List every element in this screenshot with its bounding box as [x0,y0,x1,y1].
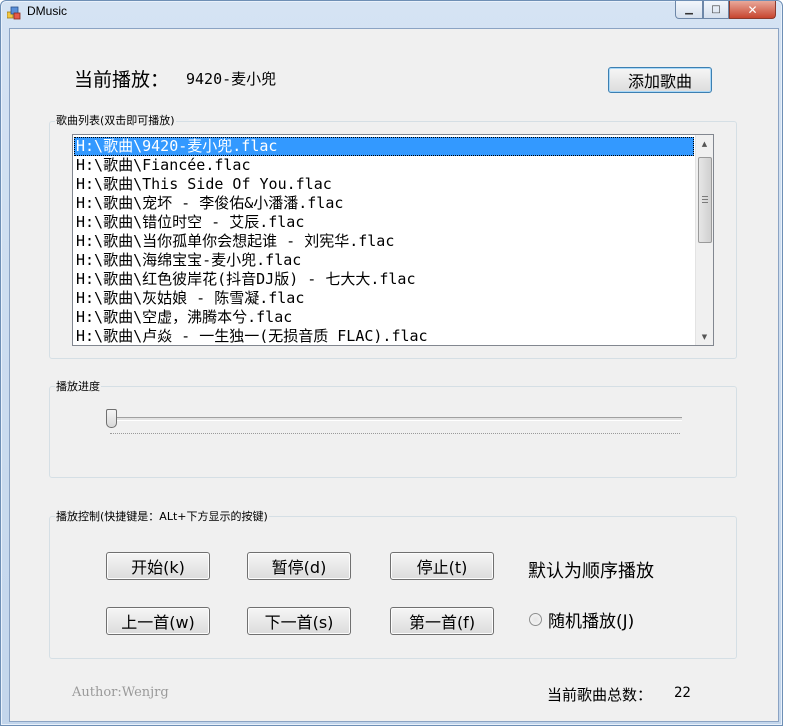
prev-button[interactable]: 上一首(w) [106,607,210,635]
total-songs-value: 22 [674,685,691,701]
total-songs-label: 当前歌曲总数： [547,686,653,704]
playlist-item[interactable]: H:\歌曲\9420-麦小兜.flac [74,137,694,156]
start-button[interactable]: 开始(k) [106,552,210,580]
controls-group-title: 播放控制(快捷键是：ALt+下方显示的按键) [55,508,269,524]
close-button[interactable]: ✕ [729,1,776,19]
controls-group [49,516,737,659]
stop-button[interactable]: 停止(t) [390,552,494,580]
playlist-group-title: 歌曲列表(双击即可播放) [55,112,176,128]
random-play-label[interactable]: 随机播放(J) [548,607,634,632]
playlist-item[interactable]: H:\歌曲\当你孤单你会想起谁 - 刘宪华.flac [74,232,694,251]
close-icon: ✕ [747,2,758,17]
scroll-up-icon[interactable]: ▲ [696,135,713,152]
progress-group-title: 播放进度 [55,378,101,394]
minimize-button[interactable]: ▁ [675,1,703,19]
progress-trackbar[interactable] [106,409,686,449]
title-bar[interactable]: DMusic ▁ □ ✕ [1,1,782,23]
play-mode-text: 默认为顺序播放 [528,561,654,582]
playlist-scrollbar[interactable]: ▲ ▼ [695,135,713,345]
playlist-item[interactable]: H:\歌曲\空虚，沸腾本兮.flac [74,308,694,327]
playlist-item[interactable]: H:\歌曲\错位时空 - 艾辰.flac [74,213,694,232]
now-playing-label: 当前播放： [74,69,170,91]
playlist-item[interactable]: H:\歌曲\灰姑娘 - 陈雪凝.flac [74,289,694,308]
next-button[interactable]: 下一首(s) [247,607,351,635]
now-playing-value: 9420-麦小兜 [186,70,277,88]
playlist-item[interactable]: H:\歌曲\宠坏 - 李俊佑&小潘潘.flac [74,194,694,213]
scroll-thumb-grip [702,202,708,203]
scroll-thumb-grip [702,199,708,200]
progress-track [106,417,682,421]
caption-buttons: ▁ □ ✕ [675,1,776,19]
window-title: DMusic [27,4,68,18]
random-play-radio[interactable] [529,613,542,626]
author-label: Author:Wenjrg [72,685,169,700]
maximize-button[interactable]: □ [703,1,729,19]
scroll-down-icon[interactable]: ▼ [696,328,713,345]
playlist-item[interactable]: H:\歌曲\Fiancée.flac [74,156,694,175]
progress-ticks [110,433,680,438]
pause-button[interactable]: 暂停(d) [247,552,351,580]
playlist-item[interactable]: H:\歌曲\海绵宝宝-麦小兜.flac [74,251,694,270]
client-area: 当前播放： 9420-麦小兜 添加歌曲 歌曲列表(双击即可播放) H:\歌曲\9… [9,28,779,722]
playlist-item[interactable]: H:\歌曲\红色彼岸花(抖音DJ版) - 七大大.flac [74,270,694,289]
progress-thumb[interactable] [106,409,117,428]
playlist-items: H:\歌曲\9420-麦小兜.flac H:\歌曲\Fiancée.flac H:\… [74,137,694,345]
minimize-icon: ▁ [685,4,693,15]
playlist-item[interactable]: H:\歌曲\This Side Of You.flac [74,175,694,194]
playlist-listbox[interactable]: H:\歌曲\9420-麦小兜.flac H:\歌曲\Fiancée.flac H:\… [72,134,714,346]
playlist-item[interactable]: H:\歌曲\卢焱 - 一生独一(无损音质 FLAC).flac [74,327,694,345]
first-button[interactable]: 第一首(f) [390,607,494,635]
app-icon [6,5,21,20]
scroll-thumb[interactable] [698,157,712,243]
app-window: DMusic ▁ □ ✕ 当前播放： 9420-麦小兜 添加歌曲 歌曲列表(双击… [0,0,783,726]
add-song-button[interactable]: 添加歌曲 [608,67,712,93]
scroll-thumb-grip [702,196,708,197]
maximize-icon: □ [711,4,721,15]
